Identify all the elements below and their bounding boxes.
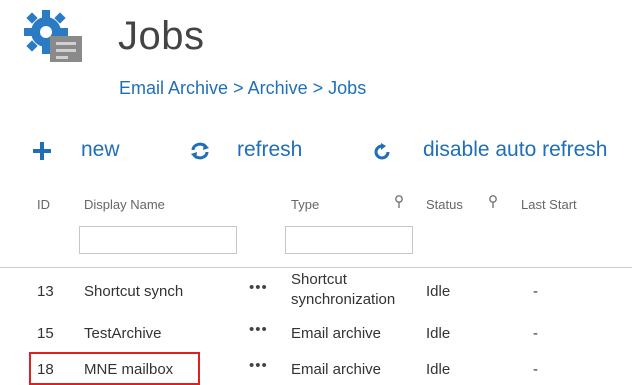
- column-header-last-start[interactable]: Last Start: [521, 197, 577, 212]
- row-menu-icon[interactable]: •••: [249, 357, 268, 374]
- row-type: Email archive: [291, 361, 382, 378]
- toolbar: new refresh disable auto refresh: [0, 138, 632, 168]
- refresh-button[interactable]: refresh: [237, 138, 302, 162]
- new-button[interactable]: new: [81, 138, 120, 162]
- page-title: Jobs: [118, 14, 205, 58]
- row-menu-icon[interactable]: •••: [249, 279, 268, 296]
- plus-icon[interactable]: [32, 141, 52, 166]
- column-header-id[interactable]: ID: [37, 197, 50, 212]
- jobs-gear-icon: [20, 8, 90, 70]
- breadcrumb: Email Archive > Archive > Jobs: [119, 78, 366, 99]
- breadcrumb-archive[interactable]: Archive: [248, 78, 308, 98]
- column-header-status[interactable]: Status: [426, 197, 463, 212]
- row-status: Idle: [426, 361, 451, 378]
- row-type: Email archive: [291, 325, 382, 342]
- filter-icon[interactable]: [393, 195, 405, 214]
- display-name-filter-input[interactable]: [79, 226, 237, 254]
- row-menu-icon[interactable]: •••: [249, 321, 268, 338]
- refresh-icon[interactable]: [190, 142, 210, 165]
- row-last-start: -: [533, 325, 538, 342]
- column-header-display-name[interactable]: Display Name: [84, 197, 165, 212]
- breadcrumb-jobs[interactable]: Jobs: [328, 78, 366, 98]
- type-filter-input[interactable]: [285, 226, 413, 254]
- row-id: 15: [37, 325, 54, 342]
- row-status: Idle: [426, 325, 451, 342]
- row-last-start: -: [533, 361, 538, 378]
- auto-refresh-icon[interactable]: [373, 143, 391, 166]
- row-last-start: -: [533, 283, 538, 300]
- highlight-box: [29, 352, 200, 385]
- row-type-line: synchronization: [291, 291, 396, 308]
- breadcrumb-email-archive[interactable]: Email Archive: [119, 78, 228, 98]
- row-type-line: Shortcut: [291, 271, 347, 288]
- disable-auto-refresh-button[interactable]: disable auto refresh: [423, 138, 607, 162]
- breadcrumb-separator: >: [233, 78, 244, 98]
- row-type: Shortcut synchronization: [291, 270, 395, 310]
- column-header-type[interactable]: Type: [291, 197, 319, 212]
- table-divider: [0, 267, 632, 268]
- filter-icon[interactable]: [487, 195, 499, 214]
- row-display-name[interactable]: Shortcut synch: [84, 283, 183, 300]
- row-display-name[interactable]: TestArchive: [84, 325, 162, 342]
- breadcrumb-separator: >: [312, 78, 324, 98]
- row-status: Idle: [426, 283, 451, 300]
- row-id: 13: [37, 283, 54, 300]
